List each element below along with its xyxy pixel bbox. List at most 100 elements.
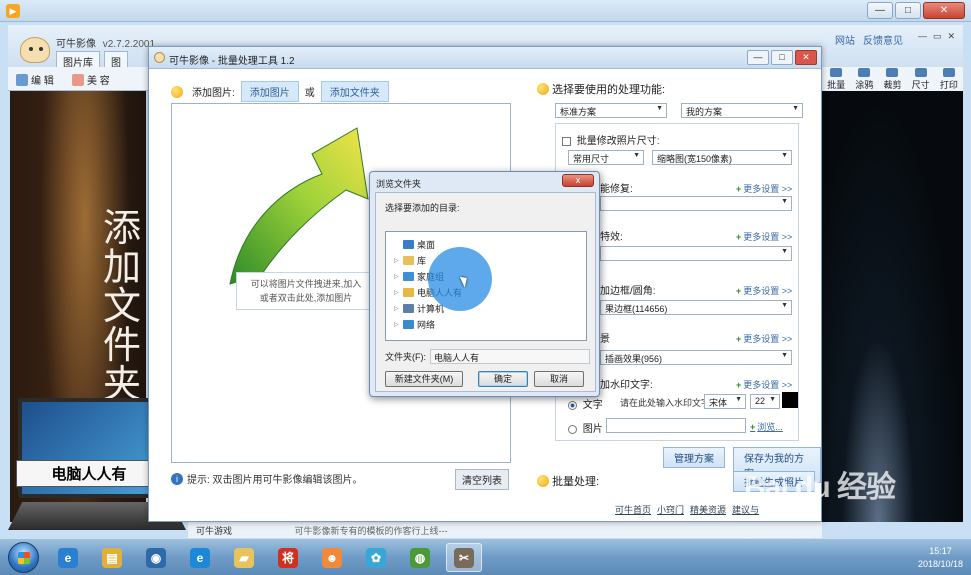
repair-select[interactable] <box>600 196 792 211</box>
clear-list-button[interactable]: 清空列表 <box>455 469 509 490</box>
tree-item[interactable]: ▷ 网络 <box>394 318 435 331</box>
manage-scheme-button[interactable]: 管理方案 <box>663 447 725 468</box>
size-tool[interactable]: 尺寸 <box>912 67 930 91</box>
resize-option[interactable]: 批量修改照片尺寸: <box>562 132 660 147</box>
scheme-select-standard[interactable]: 标准方案 <box>555 103 667 118</box>
footer-home-link[interactable]: 可牛首页 <box>615 503 651 516</box>
expand-arrow-icon[interactable]: ▷ <box>394 257 400 264</box>
browse-title: 浏览文件夹 <box>376 179 422 189</box>
minimize-button[interactable]: — <box>867 2 893 19</box>
add-label: 添加图片: <box>192 88 235 99</box>
print-icon <box>942 68 955 77</box>
edit-icon <box>16 73 28 86</box>
wm-text-input[interactable]: 请在此处输入水印文字 <box>620 396 710 409</box>
batch-icon <box>830 68 843 77</box>
ball-icon: ◍ <box>410 547 430 568</box>
add-folder-button[interactable]: 添加文件夹 <box>320 81 389 102</box>
effect-select[interactable] <box>600 246 792 261</box>
function-heading-text: 选择要使用的处理功能: <box>552 84 666 96</box>
wm-font-select[interactable]: 宋体 <box>704 394 746 409</box>
system-tray: 15:17 2018/10/18 <box>813 543 963 573</box>
batch-process-heading: 批量处理: <box>537 473 599 489</box>
size-select[interactable]: 常用尺寸 <box>568 150 644 165</box>
taskbar-app-button[interactable]: 将 <box>270 543 306 572</box>
taskbar-app-button[interactable]: ▰ <box>226 543 262 572</box>
taskbar-app-button[interactable]: ▤ <box>94 543 130 572</box>
tree-item-label: 库 <box>417 256 427 266</box>
new-folder-button[interactable]: 新建文件夹(M) <box>385 371 463 387</box>
clock[interactable]: 15:17 2018/10/18 <box>918 545 963 571</box>
taskbar-app-button[interactable]: ◍ <box>402 543 438 572</box>
kn-restore-button[interactable]: ▭ <box>933 31 942 42</box>
ok-button[interactable]: 确定 <box>478 371 528 387</box>
cancel-button[interactable]: 取消 <box>534 371 584 387</box>
wm-image-radio-row[interactable]: 图片 <box>568 420 603 435</box>
taskbar-app-button[interactable]: ✿ <box>358 543 394 572</box>
repair-more-link[interactable]: 更多设置 >> <box>736 182 792 195</box>
app-play-icon: ▶ <box>6 4 20 18</box>
taskbar-app-button[interactable]: e <box>182 543 218 572</box>
tree-item-label: 网络 <box>417 320 436 330</box>
crop-tool-label: 裁剪 <box>883 80 902 90</box>
wm-color-swatch[interactable] <box>782 392 798 408</box>
resize-checkbox[interactable] <box>562 136 571 146</box>
start-button[interactable] <box>8 542 39 573</box>
expand-arrow-icon[interactable]: ▷ <box>394 273 400 280</box>
tip-text: 提示: 双击图片用可牛影像编辑该图片。 <box>187 475 363 486</box>
footer-tips-link[interactable]: 小窍门 <box>657 503 684 516</box>
wm-text-radio[interactable] <box>568 400 577 410</box>
scene-label: 景 <box>600 334 610 345</box>
taskbar-app-button[interactable]: ☻ <box>314 543 350 572</box>
doodle-icon <box>858 68 871 77</box>
tree-item[interactable]: 桌面 <box>394 238 435 251</box>
taskbar-app-button[interactable]: ◉ <box>138 543 174 572</box>
wm-image-path-input[interactable] <box>606 418 746 433</box>
footer-resources-link[interactable]: 精美资源 <box>690 503 726 516</box>
beauty-tool[interactable]: 美 容 <box>72 72 110 87</box>
wm-image-radio[interactable] <box>568 424 577 434</box>
doodle-tool[interactable]: 涂鸦 <box>855 67 873 91</box>
batch-minimize-button[interactable]: — <box>747 50 769 65</box>
tree-item[interactable]: ▷ 计算机 <box>394 302 444 315</box>
batch-close-button[interactable]: ✕ <box>795 50 817 65</box>
website-link[interactable]: 网站 <box>835 32 855 47</box>
border-more-link[interactable]: 更多设置 >> <box>736 284 792 297</box>
scene-more-link[interactable]: 更多设置 >> <box>736 332 792 345</box>
media-icon: ◉ <box>146 547 166 568</box>
right-toolbar: 批量 涂鸦 裁剪 尺寸 打印 <box>822 67 963 91</box>
resize-label: 批量修改照片尺寸: <box>576 136 660 147</box>
add-image-button[interactable]: 添加图片 <box>240 81 299 102</box>
expand-arrow-icon[interactable]: ▷ <box>394 305 400 312</box>
effect-more-link[interactable]: 更多设置 >> <box>736 230 792 243</box>
bullet-icon <box>171 85 183 98</box>
kn-minimize-button[interactable]: — <box>918 31 927 42</box>
taskbar-app-button[interactable]: e <box>50 543 86 572</box>
batch-tool[interactable]: 批量 <box>827 67 845 91</box>
scene-select[interactable]: 插画效果(956) <box>600 350 792 365</box>
print-tool[interactable]: 打印 <box>940 67 958 91</box>
kn-close-button[interactable]: ✕ <box>947 31 955 42</box>
wm-browse-link[interactable]: 浏览... <box>750 420 783 433</box>
batch-maximize-button[interactable]: □ <box>771 50 793 65</box>
browse-close-button[interactable]: x <box>562 174 594 187</box>
wm-size-select[interactable]: 22 <box>750 394 780 409</box>
folder-input[interactable]: 电脑人人有 <box>430 349 590 364</box>
close-button[interactable]: ✕ <box>923 2 965 19</box>
kn-game-link[interactable]: 可牛游戏 <box>196 526 232 536</box>
size-tool-label: 尺寸 <box>911 80 930 90</box>
wm-text-radio-row[interactable]: 文字 <box>568 396 603 411</box>
tree-item[interactable]: ▷ 库 <box>394 254 426 267</box>
expand-arrow-icon[interactable]: ▷ <box>394 321 400 328</box>
edit-tool[interactable]: 编 辑 <box>16 72 54 87</box>
expand-arrow-icon[interactable]: ▷ <box>394 289 400 296</box>
scheme-select-mine[interactable]: 我的方案 <box>681 103 803 118</box>
crop-tool[interactable]: 裁剪 <box>883 67 901 91</box>
or-text: 或 <box>304 88 315 99</box>
maximize-button[interactable]: □ <box>895 2 921 19</box>
wm-text-label: 文字 <box>582 400 603 411</box>
watermark-more-link[interactable]: 更多设置 >> <box>736 378 792 391</box>
taskbar-app-button[interactable]: ✂ <box>446 543 482 572</box>
border-select[interactable]: 果边框(114656) <box>600 300 792 315</box>
thumbnail-select[interactable]: 缩略图(宽150像素) <box>652 150 792 165</box>
feedback-link[interactable]: 反馈意见 <box>863 32 903 47</box>
